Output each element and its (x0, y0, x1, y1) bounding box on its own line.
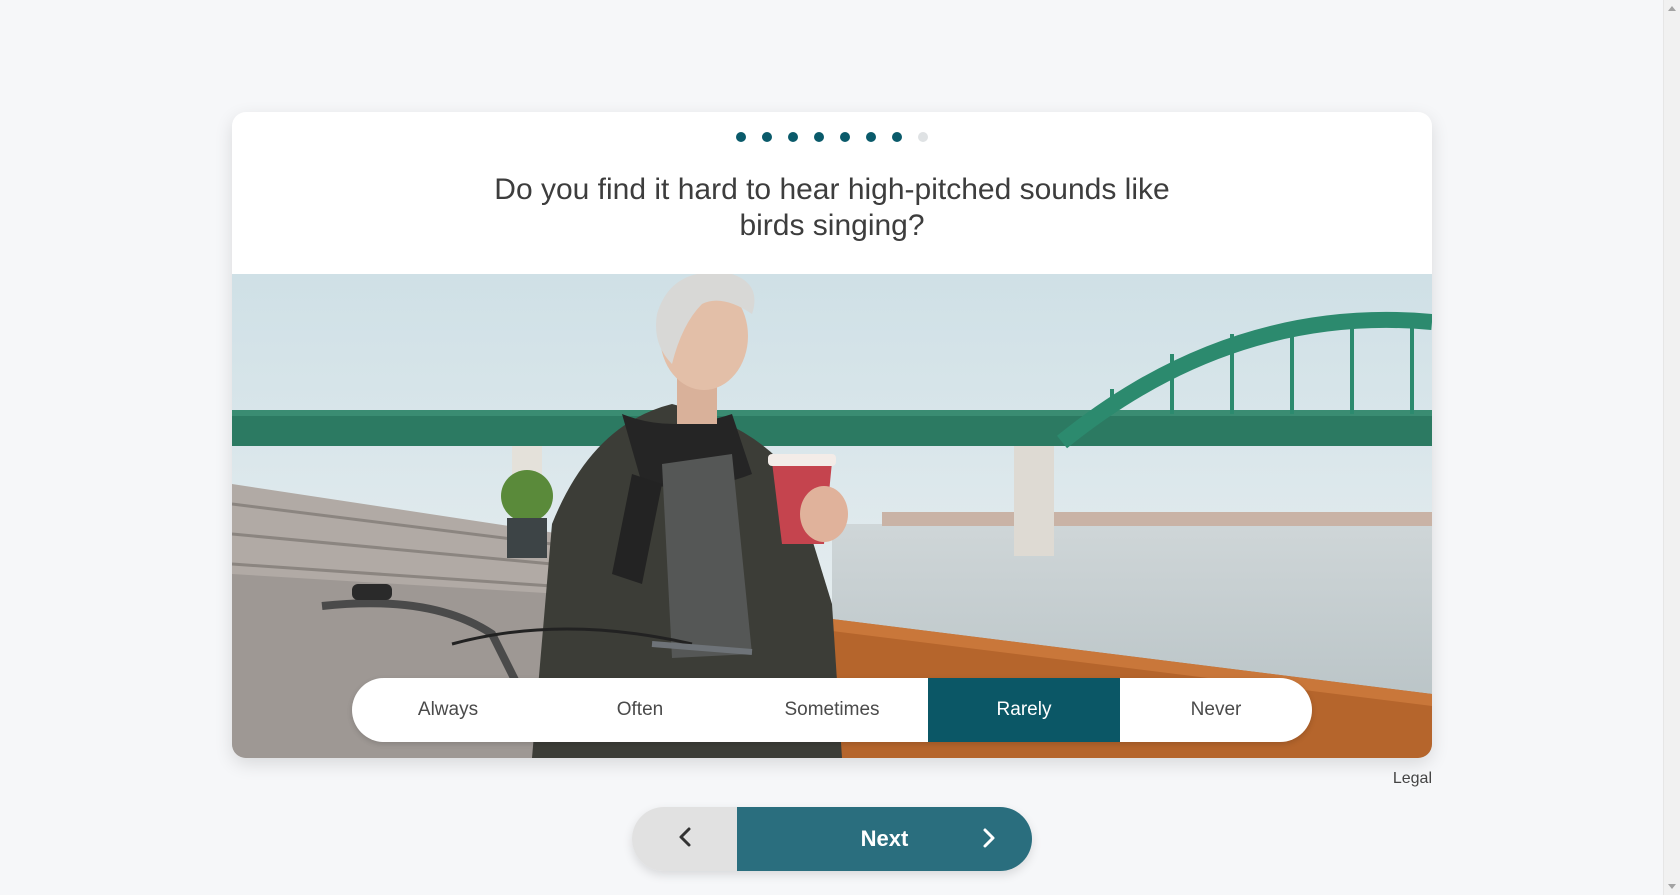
answer-options: Always Often Sometimes Rarely Never (352, 678, 1312, 742)
answer-never[interactable]: Never (1120, 678, 1312, 742)
progress-dot-3 (788, 132, 798, 142)
page: Do you find it hard to hear high-pitched… (0, 0, 1680, 895)
progress-dot-1 (736, 132, 746, 142)
answer-sometimes[interactable]: Sometimes (736, 678, 928, 742)
scrollbar[interactable] (1663, 0, 1680, 895)
chevron-left-icon (678, 826, 692, 853)
progress-dot-2 (762, 132, 772, 142)
navigation-bar: Next (632, 807, 1032, 871)
next-button-label: Next (860, 826, 909, 851)
progress-dot-8 (918, 132, 928, 142)
answer-rarely[interactable]: Rarely (928, 678, 1120, 742)
progress-dot-4 (814, 132, 824, 142)
next-button[interactable]: Next (737, 807, 1032, 871)
progress-dots (232, 132, 1432, 142)
question-text: Do you find it hard to hear high-pitched… (494, 173, 1170, 242)
back-button[interactable] (632, 807, 737, 871)
question-card: Do you find it hard to hear high-pitched… (232, 112, 1432, 758)
scroll-up-icon[interactable] (1668, 6, 1676, 11)
answer-always[interactable]: Always (352, 678, 544, 742)
legal-link[interactable]: Legal (1380, 770, 1432, 788)
progress-dot-5 (840, 132, 850, 142)
progress-dot-7 (892, 132, 902, 142)
progress-dot-6 (866, 132, 876, 142)
scroll-down-icon[interactable] (1668, 884, 1676, 889)
chevron-right-icon (982, 827, 996, 855)
answer-often[interactable]: Often (544, 678, 736, 742)
